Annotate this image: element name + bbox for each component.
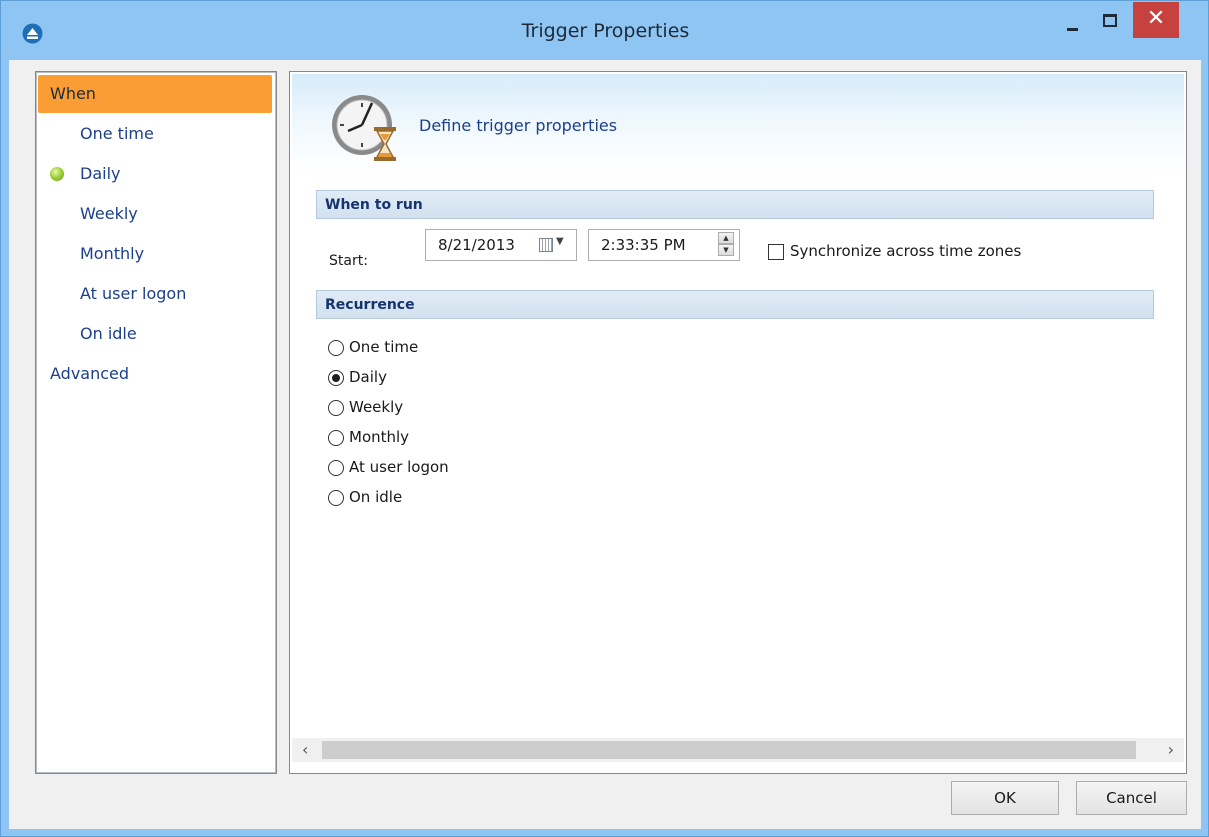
window-title: Trigger Properties [521, 20, 690, 42]
minimize-icon [1067, 28, 1078, 31]
nav-item-label: Weekly [80, 204, 138, 223]
panel-header-text: Define trigger properties [419, 116, 618, 135]
when-to-run-section-header: When to run [316, 190, 1154, 219]
recurrence-section-header: Recurrence [316, 290, 1154, 319]
properties-panel: Define trigger properties When to run St… [289, 71, 1187, 774]
maximize-icon [1103, 14, 1117, 27]
minimize-button[interactable] [1053, 1, 1093, 41]
radio-button[interactable] [328, 460, 344, 476]
start-time-value: 2:33:35 PM [601, 236, 686, 254]
radio-button[interactable] [328, 490, 344, 506]
radio-label[interactable]: Daily [349, 368, 387, 386]
start-label: Start: [329, 253, 368, 269]
radio-label[interactable]: At user logon [349, 458, 449, 476]
start-date-value: 8/21/2013 [438, 236, 515, 254]
trigger-properties-window: Trigger Properties ✕ When One time Daily… [0, 0, 1209, 837]
nav-item-daily[interactable]: Daily [38, 155, 272, 193]
nav-item-label: Daily [80, 164, 121, 183]
radio-label[interactable]: Monthly [349, 428, 409, 446]
nav-item-label: One time [80, 124, 154, 143]
scroll-left-icon[interactable]: ‹ [302, 740, 308, 759]
navigation-panel: When One time Daily Weekly Monthly At us… [35, 71, 277, 774]
radio-label[interactable]: Weekly [349, 398, 403, 416]
radio-button-selected[interactable] [328, 370, 344, 386]
synchronize-time-zones-label[interactable]: Synchronize across time zones [790, 242, 1021, 260]
calendar-icon[interactable] [539, 238, 553, 252]
nav-item-when[interactable]: When [38, 75, 272, 113]
nav-item-one-time[interactable]: One time [38, 115, 272, 153]
start-date-picker[interactable]: 8/21/2013 ▼ [425, 229, 577, 261]
radio-button[interactable] [328, 340, 344, 356]
nav-item-at-user-logon[interactable]: At user logon [38, 275, 272, 313]
radio-button[interactable] [328, 400, 344, 416]
scrollbar-thumb[interactable] [322, 741, 1136, 759]
title-bar[interactable]: Trigger Properties ✕ [1, 1, 1209, 65]
nav-item-monthly[interactable]: Monthly [38, 235, 272, 273]
ok-button[interactable]: OK [951, 781, 1059, 815]
radio-button[interactable] [328, 430, 344, 446]
close-icon: ✕ [1146, 6, 1166, 31]
radio-label[interactable]: On idle [349, 488, 402, 506]
chevron-down-icon[interactable]: ▼ [556, 236, 564, 247]
nav-item-label: Monthly [80, 244, 145, 263]
clock-hourglass-icon [332, 95, 396, 161]
close-button[interactable]: ✕ [1133, 2, 1179, 38]
nav-item-weekly[interactable]: Weekly [38, 195, 272, 233]
spin-down-button[interactable]: ▼ [718, 244, 734, 256]
nav-item-advanced[interactable]: Advanced [38, 355, 272, 393]
active-status-icon [50, 167, 64, 181]
synchronize-time-zones-checkbox[interactable] [768, 244, 784, 260]
dialog-client-area: When One time Daily Weekly Monthly At us… [9, 60, 1201, 829]
spin-up-button[interactable]: ▲ [718, 232, 734, 244]
maximize-button[interactable] [1093, 1, 1133, 41]
horizontal-scrollbar[interactable]: ‹ › [292, 738, 1184, 762]
time-spinner[interactable]: ▲ ▼ [718, 232, 736, 258]
nav-item-on-idle[interactable]: On idle [38, 315, 272, 353]
nav-item-label: On idle [80, 324, 137, 343]
nav-item-label: When [50, 84, 96, 103]
radio-label[interactable]: One time [349, 338, 418, 356]
start-time-input[interactable]: 2:33:35 PM ▲ ▼ [588, 229, 740, 261]
nav-item-label: Advanced [50, 364, 130, 383]
nav-item-label: At user logon [80, 284, 187, 303]
scroll-right-icon[interactable]: › [1168, 740, 1174, 759]
panel-header: Define trigger properties [292, 74, 1184, 172]
cancel-button[interactable]: Cancel [1076, 781, 1187, 815]
